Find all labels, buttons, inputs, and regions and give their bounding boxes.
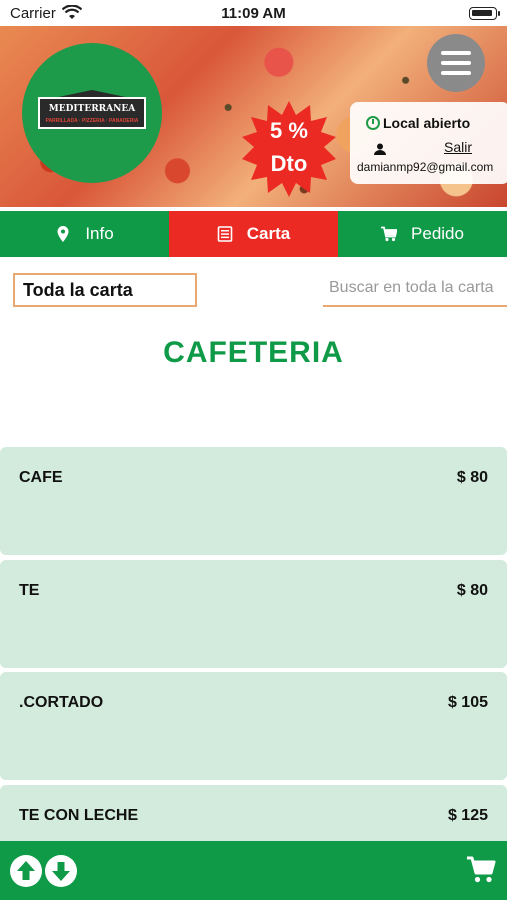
section-title: CAFETERIA (163, 336, 344, 369)
hamburger-bar (441, 61, 471, 65)
main-tabs: Info Carta Pedido (0, 211, 507, 257)
product-item[interactable]: TE $ 80 (0, 560, 507, 668)
tab-carta-label: Carta (246, 224, 291, 243)
arrow-down-icon (52, 862, 70, 881)
location-pin-icon (57, 226, 69, 242)
store-status: Local abierto (366, 115, 470, 131)
tab-pedido-label: Pedido (411, 224, 464, 243)
discount-percent: 5 % (270, 118, 308, 143)
tab-info[interactable]: Info (0, 211, 169, 257)
logo-name: MEDITERRANEA (48, 104, 136, 114)
search-input[interactable] (323, 273, 507, 303)
battery-icon (469, 7, 500, 20)
bottom-bar (0, 841, 507, 900)
product-item[interactable]: CAFE $ 80 (0, 447, 507, 555)
hamburger-menu-icon (441, 51, 471, 55)
product-price: $ 80 (456, 469, 488, 486)
header-banner: MEDITERRANEA PARRILLADA · PIZZERIA · PAN… (0, 26, 507, 207)
logo-subtitle: PARRILLADA · PIZZERIA · PANADERIA (45, 118, 139, 124)
hamburger-menu-button[interactable] (427, 34, 485, 92)
search-field[interactable] (323, 273, 507, 307)
user-icon (374, 143, 386, 155)
tab-pedido[interactable]: Pedido (338, 211, 507, 257)
starburst-icon (242, 101, 336, 197)
clock-time: 11:09 AM (221, 5, 286, 22)
product-price: $ 125 (447, 807, 488, 824)
restaurant-logo[interactable]: MEDITERRANEA PARRILLADA · PIZZERIA · PAN… (22, 43, 162, 183)
product-price: $ 105 (447, 694, 488, 711)
tab-carta[interactable]: Carta (169, 211, 338, 257)
discount-label: Dto (270, 151, 308, 176)
logout-link[interactable]: Salir (444, 139, 472, 155)
status-bar: Carrier 11:09 AM (0, 0, 507, 26)
cart-icon (381, 226, 398, 242)
clock-icon (366, 116, 380, 130)
cart-button[interactable] (466, 855, 496, 885)
scroll-up-button[interactable] (10, 855, 42, 887)
discount-badge: 5 % Dto (239, 99, 339, 199)
product-price: $ 80 (456, 582, 488, 599)
logo-plate: MEDITERRANEA PARRILLADA · PIZZERIA · PAN… (38, 97, 146, 129)
scroll-down-button[interactable] (45, 855, 77, 887)
product-name: .CORTADO (19, 694, 104, 711)
product-name: TE CON LECHE (19, 807, 139, 824)
hamburger-bar (441, 71, 471, 75)
product-name: CAFE (19, 469, 63, 486)
account-card: Local abierto Salir damianmp92@gmail.com (350, 102, 507, 184)
user-email: damianmp92@gmail.com (357, 160, 494, 174)
tab-info-label: Info (85, 224, 114, 243)
arrow-up-icon (17, 861, 35, 880)
product-item[interactable]: .CORTADO $ 105 (0, 672, 507, 780)
category-select[interactable]: Toda la carta (13, 273, 197, 307)
product-name: TE (19, 582, 40, 599)
store-status-label: Local abierto (383, 115, 471, 131)
menu-list-icon (217, 226, 233, 242)
